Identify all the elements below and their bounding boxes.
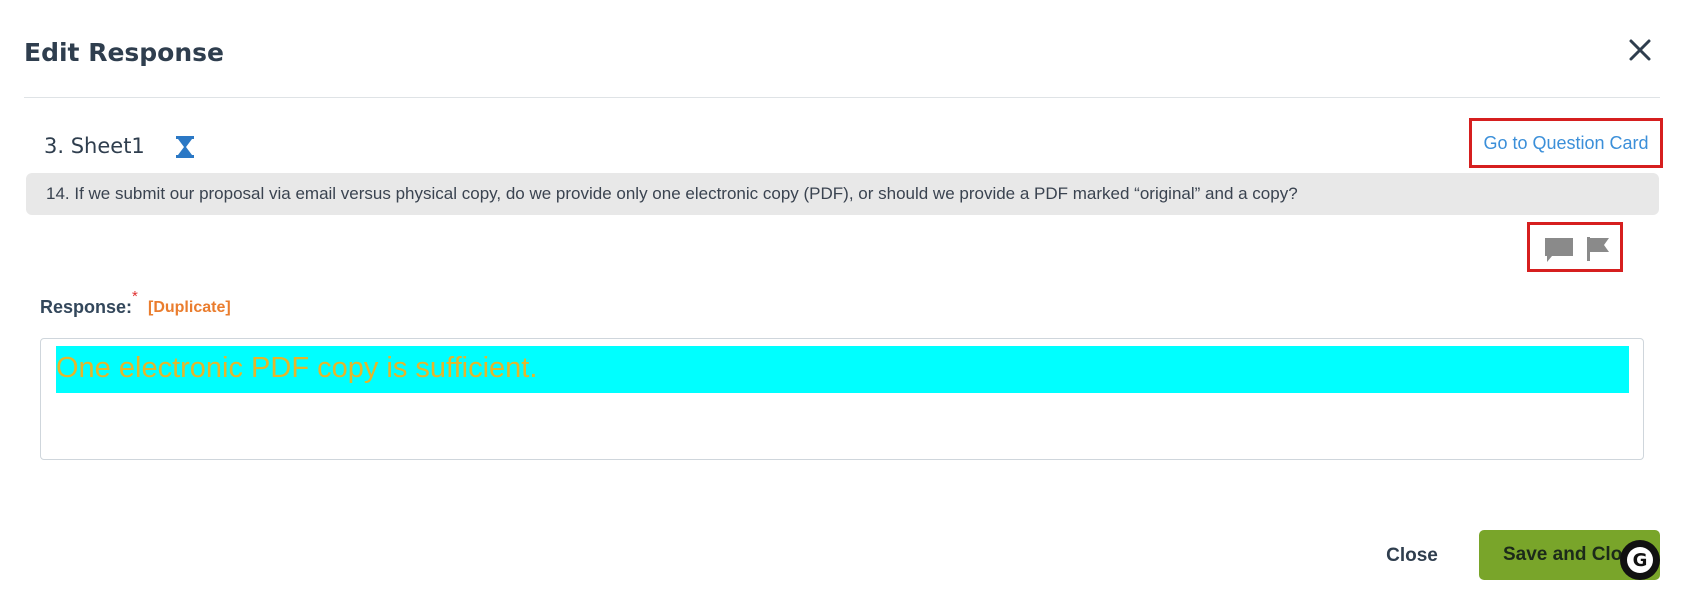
section-title: 3. Sheet1 — [44, 134, 145, 158]
question-text: 14. If we submit our proposal via email … — [26, 173, 1659, 215]
response-text[interactable]: One electronic PDF copy is sufficient. — [56, 352, 537, 385]
question-actions — [1527, 222, 1623, 272]
edit-response-modal: Edit Response 3. Sheet1 Go to Question C… — [0, 0, 1684, 602]
modal-title: Edit Response — [24, 38, 224, 67]
grammarly-letter: G — [1627, 547, 1653, 573]
header-divider — [24, 97, 1660, 98]
modal-header: Edit Response — [24, 30, 1660, 70]
duplicate-tag: [Duplicate] — [148, 299, 231, 316]
close-button[interactable]: Close — [1376, 540, 1448, 572]
flag-icon[interactable] — [1586, 236, 1610, 262]
comment-icon[interactable] — [1544, 237, 1574, 263]
go-to-question-card-link[interactable]: Go to Question Card — [1469, 118, 1663, 168]
response-label: Response: — [40, 297, 133, 317]
close-icon[interactable] — [1626, 36, 1654, 64]
required-indicator: * — [132, 288, 138, 305]
response-editor[interactable]: One electronic PDF copy is sufficient. — [40, 338, 1644, 460]
grammarly-icon[interactable]: G — [1620, 540, 1660, 580]
hourglass-icon — [174, 135, 196, 159]
